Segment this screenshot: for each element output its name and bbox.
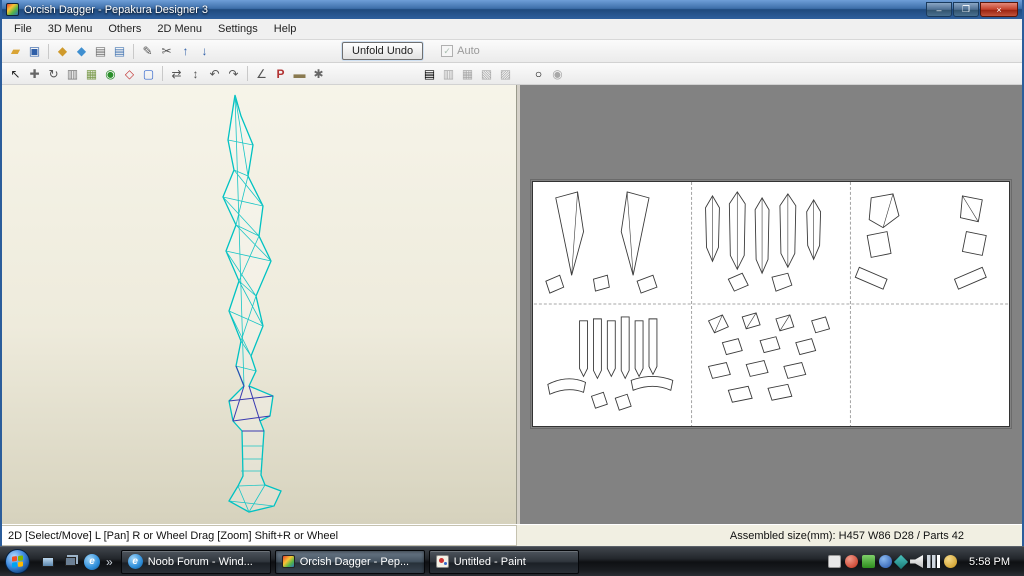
switch-windows-icon[interactable] bbox=[61, 552, 80, 571]
toolbar-separator bbox=[48, 43, 49, 59]
quicklaunch-overflow-chevron[interactable]: » bbox=[106, 555, 113, 569]
divide-icon[interactable]: ▥ bbox=[63, 65, 82, 83]
settings2d-icon[interactable]: ✱ bbox=[309, 65, 328, 83]
tray-network-icon[interactable] bbox=[879, 555, 893, 568]
pepakura-icon bbox=[281, 555, 295, 568]
parts-handle-strips[interactable] bbox=[547, 316, 674, 411]
select-icon[interactable]: ↖ bbox=[6, 65, 25, 83]
system-tray: 5:58 PM bbox=[828, 554, 1024, 569]
window-title: Orcish Dagger - Pepakura Designer 3 bbox=[24, 3, 209, 16]
zoom-reset-icon[interactable]: ◉ bbox=[548, 65, 567, 83]
tray-device-icon[interactable] bbox=[828, 555, 842, 568]
menu-file[interactable]: File bbox=[6, 20, 40, 38]
distribute-h-icon[interactable]: ▧ bbox=[477, 65, 496, 83]
show-desktop-icon[interactable] bbox=[38, 552, 57, 571]
move-up-icon[interactable]: ↑ bbox=[176, 42, 195, 60]
sheet-grid-lines bbox=[533, 182, 1009, 426]
pattern-icon[interactable]: ◆ bbox=[53, 42, 72, 60]
texture-icon[interactable]: ▦ bbox=[82, 65, 101, 83]
auto-label: Auto bbox=[457, 45, 480, 57]
taskbar-button-label: Noob Forum - Wind... bbox=[147, 555, 253, 568]
print-setup-icon[interactable]: ▤ bbox=[110, 42, 129, 60]
join-edge-icon[interactable]: ⇄ bbox=[167, 65, 186, 83]
dagger-wireframe[interactable] bbox=[2, 85, 517, 524]
move-down-icon[interactable]: ↓ bbox=[195, 42, 214, 60]
taskbar-button-orcish-dagger[interactable]: Orcish Dagger - Pep... bbox=[274, 549, 425, 574]
menu-3d-menu[interactable]: 3D Menu bbox=[40, 20, 101, 38]
ie-icon: e bbox=[127, 554, 143, 569]
tray-graphics-icon[interactable] bbox=[845, 555, 859, 568]
tray-sync-icon[interactable] bbox=[893, 554, 909, 569]
material-icon[interactable]: ◆ bbox=[72, 42, 91, 60]
auto-checkbox[interactable] bbox=[441, 45, 454, 57]
open-folder-icon[interactable]: ▰ bbox=[6, 42, 25, 60]
status-assembled-size: Assembled size(mm): H457 W86 D28 / Parts… bbox=[729, 529, 964, 542]
main-toolbar: ▰ ▣ ◆ ◆ ▤ ▤ ✎ ✂ ↑ ↓ Unfold Undo Auto bbox=[2, 40, 1022, 63]
menu-others[interactable]: Others bbox=[100, 20, 149, 38]
start-button[interactable] bbox=[5, 549, 30, 574]
rotate-left-icon[interactable]: ↶ bbox=[205, 65, 224, 83]
status-hint: 2D [Select/Move] L [Pan] R or Wheel Drag… bbox=[2, 525, 517, 546]
parts-guard-chunks[interactable] bbox=[854, 193, 987, 290]
zoom-out-icon[interactable]: ○ bbox=[529, 65, 548, 83]
menu-help[interactable]: Help bbox=[266, 20, 305, 38]
status-bar: 2D [Select/Move] L [Pan] R or Wheel Drag… bbox=[2, 524, 1022, 546]
app-icon bbox=[6, 3, 19, 16]
sheet-icon[interactable]: ▬ bbox=[290, 65, 309, 83]
toolbar-separator bbox=[162, 66, 163, 81]
unfold-undo-button[interactable]: Unfold Undo bbox=[342, 42, 424, 60]
tray-volume-icon[interactable] bbox=[910, 555, 924, 568]
print-icon[interactable]: ▤ bbox=[91, 42, 110, 60]
menu-bar: File 3D Menu Others 2D Menu Settings Hel… bbox=[2, 19, 1022, 40]
2d-view[interactable] bbox=[520, 85, 1022, 524]
menu-settings[interactable]: Settings bbox=[210, 20, 266, 38]
parts-spindles[interactable] bbox=[705, 191, 822, 292]
parts-blade-halves[interactable] bbox=[545, 191, 658, 294]
save-icon[interactable]: ▣ bbox=[25, 42, 44, 60]
ie-quicklaunch-icon[interactable]: e bbox=[84, 553, 100, 570]
menu-2d-menu[interactable]: 2D Menu bbox=[149, 20, 210, 38]
ruler-icon[interactable]: ∠ bbox=[252, 65, 271, 83]
main-area bbox=[2, 85, 1022, 524]
rotate-right-icon[interactable]: ↷ bbox=[224, 65, 243, 83]
windows-flag-icon bbox=[12, 555, 23, 568]
align-center-icon[interactable]: ▥ bbox=[439, 65, 458, 83]
parts-small-pieces[interactable] bbox=[707, 312, 831, 403]
align-left-icon[interactable]: ▤ bbox=[420, 65, 439, 83]
distribute-v-icon[interactable]: ▨ bbox=[496, 65, 515, 83]
detach-icon[interactable]: ↕ bbox=[186, 65, 205, 83]
2d-toolbar: ↖ ✚ ↻ ▥ ▦ ◉ ◇ ▢ ⇄ ↕ ↶ ↷ ∠ P ▬ ✱ ▤ ▥ ▦ ▧ … bbox=[2, 63, 1022, 85]
close-button[interactable]: × bbox=[980, 2, 1018, 17]
pepakura-window: Orcish Dagger - Pepakura Designer 3 – ❐ … bbox=[0, 0, 1024, 546]
move-part-icon[interactable]: ✚ bbox=[25, 65, 44, 83]
part-number-icon[interactable]: P bbox=[271, 65, 290, 83]
rotate-part-icon[interactable]: ↻ bbox=[44, 65, 63, 83]
cut-icon[interactable]: ✂ bbox=[157, 42, 176, 60]
taskbar-button-label: Untitled - Paint bbox=[453, 555, 526, 568]
maximize-button[interactable]: ❐ bbox=[953, 2, 979, 17]
paint-icon bbox=[435, 555, 449, 568]
taskbar-clock[interactable]: 5:58 PM bbox=[961, 556, 1016, 568]
pattern-sheet[interactable] bbox=[530, 179, 1012, 429]
tray-signal-icon[interactable] bbox=[927, 555, 941, 568]
taskbar-button-paint[interactable]: Untitled - Paint bbox=[428, 549, 579, 574]
align-right-icon[interactable]: ▦ bbox=[458, 65, 477, 83]
window-controls: – ❐ × bbox=[926, 2, 1018, 17]
title-bar: Orcish Dagger - Pepakura Designer 3 – ❐ … bbox=[2, 0, 1022, 19]
tray-security-icon[interactable] bbox=[862, 555, 876, 568]
pattern-parts[interactable] bbox=[533, 182, 1009, 426]
flap-icon[interactable]: ◇ bbox=[120, 65, 139, 83]
monitor-icon[interactable]: ▢ bbox=[139, 65, 158, 83]
info-icon[interactable]: ◉ bbox=[101, 65, 120, 83]
3d-view[interactable] bbox=[2, 85, 517, 524]
taskbar-button-label: Orcish Dagger - Pep... bbox=[299, 555, 410, 568]
tray-update-icon[interactable] bbox=[944, 555, 958, 568]
toolbar-separator bbox=[247, 66, 248, 81]
taskbar: e » e Noob Forum - Wind... Orcish Dagger… bbox=[0, 546, 1024, 576]
auto-checkbox-group: Auto bbox=[441, 45, 480, 57]
toolbar-separator bbox=[133, 43, 134, 59]
minimize-button[interactable]: – bbox=[926, 2, 952, 17]
edit-icon[interactable]: ✎ bbox=[138, 42, 157, 60]
taskbar-button-noob-forum[interactable]: e Noob Forum - Wind... bbox=[120, 549, 271, 574]
